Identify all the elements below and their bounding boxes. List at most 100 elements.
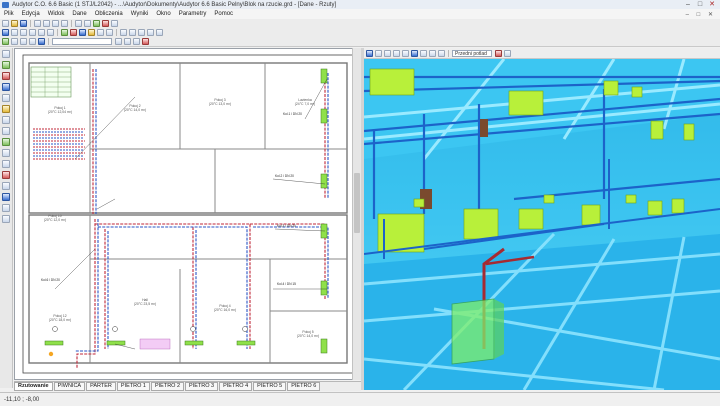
toolbar-separator <box>30 20 31 27</box>
zoom-all-icon[interactable] <box>47 29 54 36</box>
pipe-tool-icon[interactable] <box>61 29 68 36</box>
tab-floor-3[interactable]: PIETRO 3 <box>185 382 219 391</box>
elbow-tool-icon[interactable] <box>2 127 10 135</box>
stop-icon[interactable] <box>102 20 109 27</box>
open-folder-icon[interactable] <box>11 20 18 27</box>
valve-tool-icon[interactable] <box>2 94 10 102</box>
view-3d-icon[interactable] <box>147 29 154 36</box>
move-icon[interactable] <box>115 38 122 45</box>
menu-edit[interactable]: Edycja <box>18 11 44 17</box>
tab-basement[interactable]: PIWNICA <box>53 382 86 391</box>
tab-projection[interactable]: Rzutowanie <box>14 382 53 391</box>
measure-tool-icon[interactable] <box>2 182 10 190</box>
tab-floor-6[interactable]: PIETRO 6 <box>287 382 321 391</box>
door-icon[interactable] <box>20 38 27 45</box>
close-button[interactable]: ✕ <box>706 0 718 9</box>
rotate-icon[interactable] <box>124 38 131 45</box>
orbit-icon[interactable] <box>375 49 382 57</box>
paste-icon[interactable] <box>61 20 68 27</box>
copy-icon[interactable] <box>52 20 59 27</box>
calculate-icon[interactable] <box>93 20 100 27</box>
render-icon[interactable] <box>495 49 502 57</box>
riser-tool-icon[interactable] <box>2 171 10 179</box>
boiler-marker <box>48 351 54 357</box>
view-3d-toolbar: Przedni potlad <box>364 48 720 59</box>
floor-plan-view[interactable]: Pokoj 1 (20°C 12,04 m²) Pokoj 2 (20°C 14… <box>14 48 361 380</box>
water-tool-icon[interactable] <box>2 193 10 201</box>
manifold-tool-icon[interactable] <box>2 105 10 113</box>
grid-icon[interactable] <box>120 29 127 36</box>
view-3d[interactable] <box>364 59 720 390</box>
pan-icon[interactable] <box>11 29 18 36</box>
menu-parameters[interactable]: Parametry <box>175 11 211 17</box>
radiator-tool-icon[interactable] <box>2 61 10 69</box>
view-3d-scene[interactable] <box>364 59 720 390</box>
menu-help[interactable]: Pomoc <box>210 11 237 17</box>
tab-floor-1[interactable]: PIETRO 1 <box>116 382 150 391</box>
pipe-label: Kol.4 / DN 15 <box>277 282 296 286</box>
window-tool-icon[interactable] <box>29 38 36 45</box>
zoom-in-icon[interactable] <box>20 29 27 36</box>
dimension-tool-icon[interactable] <box>2 160 10 168</box>
wall-icon[interactable] <box>11 38 18 45</box>
tab-floor-5[interactable]: PIETRO 5 <box>253 382 287 391</box>
floor-icon[interactable] <box>38 38 45 45</box>
layers-icon[interactable] <box>138 29 145 36</box>
mirror-icon[interactable] <box>133 38 140 45</box>
return-pipe-icon[interactable] <box>79 29 86 36</box>
select-icon[interactable] <box>2 29 9 36</box>
menu-calculations[interactable]: Obliczenia <box>91 11 127 17</box>
maximize-button[interactable]: □ <box>694 0 706 9</box>
iso-view-icon[interactable] <box>438 49 445 57</box>
floor-heating-tool-icon[interactable] <box>2 138 10 146</box>
zoom-window-icon[interactable] <box>38 29 45 36</box>
supply-pipe-icon[interactable] <box>70 29 77 36</box>
radiator-icon[interactable] <box>88 29 95 36</box>
symbol-tool-icon[interactable] <box>2 215 10 223</box>
layer-select[interactable] <box>52 38 112 45</box>
undo-icon[interactable] <box>75 20 82 27</box>
delete-icon[interactable] <box>142 38 149 45</box>
pointer-tool-icon[interactable] <box>2 50 10 58</box>
menu-file[interactable]: Plik <box>0 11 18 17</box>
help-icon[interactable] <box>111 20 118 27</box>
side-view-icon[interactable] <box>420 49 427 57</box>
snap-icon[interactable] <box>129 29 136 36</box>
fitting-tool-icon[interactable] <box>2 204 10 212</box>
tab-floor-2[interactable]: PIETRO 2 <box>150 382 185 391</box>
menu-data[interactable]: Dane <box>68 11 90 17</box>
menu-results[interactable]: Wyniki <box>127 11 153 17</box>
zoom-out-icon[interactable] <box>29 29 36 36</box>
valve-icon[interactable] <box>97 29 104 36</box>
tab-ground-floor[interactable]: PARTER <box>86 382 116 391</box>
top-view-icon[interactable] <box>429 49 436 57</box>
tab-floor-4[interactable]: PIETRO 4 <box>219 382 253 391</box>
save-icon[interactable] <box>20 20 27 27</box>
minimize-button[interactable]: – <box>682 0 694 9</box>
menu-view[interactable]: Widok <box>44 11 69 17</box>
pan-3d-icon[interactable] <box>393 49 400 57</box>
text-tool-icon[interactable] <box>2 149 10 157</box>
properties-icon[interactable] <box>156 29 163 36</box>
fit-view-icon[interactable] <box>402 49 409 57</box>
pump-tool-icon[interactable] <box>2 83 10 91</box>
print-icon[interactable] <box>34 20 41 27</box>
view-3d-mode-icon[interactable] <box>366 49 373 57</box>
cut-icon[interactable] <box>43 20 50 27</box>
tee-tool-icon[interactable] <box>2 116 10 124</box>
view-select[interactable]: Przedni potlad <box>452 49 492 57</box>
front-view-icon[interactable] <box>411 49 418 57</box>
room-area: (20°C 12,04 m²) <box>48 110 72 114</box>
redo-icon[interactable] <box>84 20 91 27</box>
floor-plan-drawing[interactable]: Pokoj 1 (20°C 12,04 m²) Pokoj 2 (20°C 14… <box>15 49 361 380</box>
settings-3d-icon[interactable] <box>504 49 511 57</box>
boiler-tool-icon[interactable] <box>2 72 10 80</box>
zoom-3d-icon[interactable] <box>384 49 391 57</box>
room-icon[interactable] <box>2 38 9 45</box>
menu-window[interactable]: Okno <box>152 11 174 17</box>
room-area: (24°C 7,0 m²) <box>295 102 315 106</box>
new-file-icon[interactable] <box>2 20 9 27</box>
mdi-controls[interactable]: – □ ✕ <box>686 11 716 18</box>
scrollbar-thumb[interactable] <box>354 173 360 233</box>
riser-icon[interactable] <box>106 29 113 36</box>
